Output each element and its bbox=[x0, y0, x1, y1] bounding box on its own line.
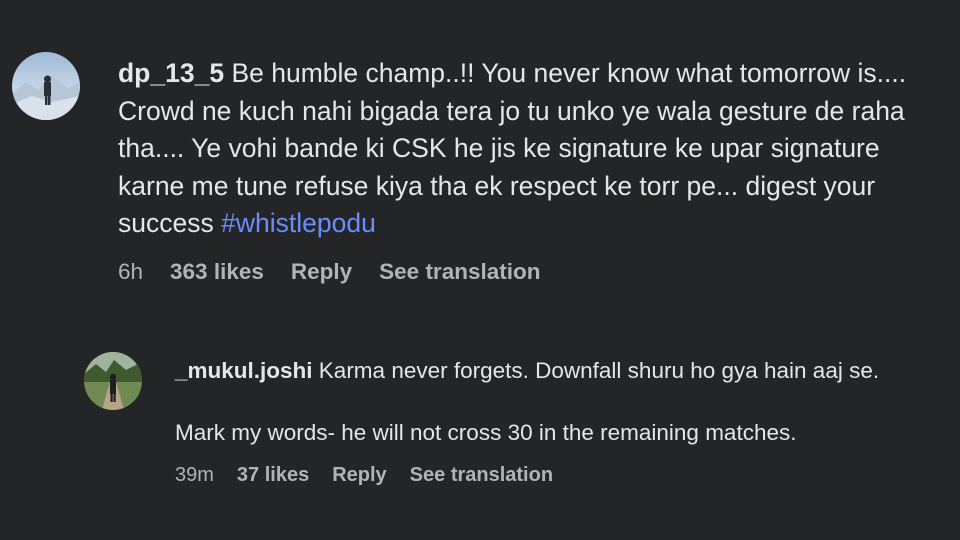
likes-count[interactable]: 363 likes bbox=[170, 259, 264, 285]
hashtag-link[interactable]: #whistlepodu bbox=[221, 208, 376, 238]
likes-count[interactable]: 37 likes bbox=[237, 464, 309, 487]
comment-message-line1: Karma never forgets. Downfall shuru ho g… bbox=[318, 358, 880, 383]
comment-body: dp_13_5 Be humble champ..!! You never kn… bbox=[118, 55, 948, 285]
avatar-photo-icon bbox=[84, 352, 142, 410]
line-spacer bbox=[175, 386, 935, 417]
comment-username[interactable]: dp_13_5 bbox=[118, 58, 224, 88]
comment-username[interactable]: _mukul.joshi bbox=[175, 358, 313, 383]
user-avatar[interactable] bbox=[84, 352, 142, 410]
comment-actions: 39m 37 likes Reply See translation bbox=[175, 464, 935, 487]
reply-button[interactable]: Reply bbox=[332, 464, 386, 487]
avatar-photo-icon bbox=[12, 52, 80, 120]
comment-actions: 6h 363 likes Reply See translation bbox=[118, 259, 948, 285]
user-avatar[interactable] bbox=[12, 52, 80, 120]
comment-message-line2: Mark my words- he will not cross 30 in t… bbox=[175, 420, 797, 445]
comment-timestamp[interactable]: 39m bbox=[175, 464, 214, 487]
comment-text: _mukul.joshi Karma never forgets. Downfa… bbox=[175, 355, 935, 448]
see-translation-button[interactable]: See translation bbox=[410, 464, 553, 487]
see-translation-button[interactable]: See translation bbox=[379, 259, 540, 285]
reply-button[interactable]: Reply bbox=[291, 259, 352, 285]
comment-timestamp[interactable]: 6h bbox=[118, 259, 143, 285]
comment-body: _mukul.joshi Karma never forgets. Downfa… bbox=[175, 355, 935, 487]
comment-text: dp_13_5 Be humble champ..!! You never kn… bbox=[118, 55, 948, 243]
